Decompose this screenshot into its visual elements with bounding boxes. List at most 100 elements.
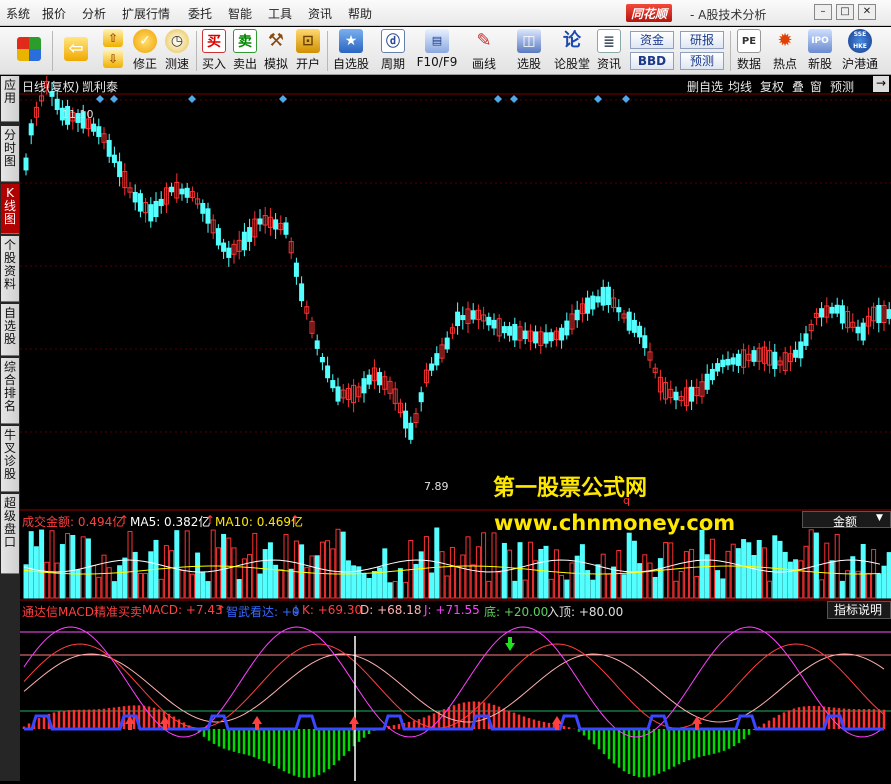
fix-button[interactable]: ✓ 修正	[130, 29, 160, 73]
menu-info[interactable]: 资讯	[308, 5, 332, 22]
menu-extended[interactable]: 扩展行情	[122, 5, 170, 22]
menu-system[interactable]: 系统	[6, 5, 30, 22]
candle-body	[106, 140, 112, 157]
volume-bar	[496, 571, 502, 599]
volume-bar	[54, 562, 60, 599]
sidebar-item-diagnosis[interactable]: 牛叉诊股	[1, 426, 19, 492]
volume-bar	[735, 548, 741, 599]
sidebar-item-apps[interactable]: 应用	[1, 76, 19, 122]
buy-button[interactable]: 买 买入	[200, 29, 228, 73]
volume-bar	[725, 550, 731, 599]
speed-test-button[interactable]: ◷ 测速	[162, 29, 192, 73]
volume-bar	[860, 543, 866, 599]
volume-bar	[657, 558, 663, 599]
forum-button[interactable]: 论 论股堂	[554, 29, 590, 73]
sidebar-item-profile[interactable]: 个股资料	[1, 236, 19, 302]
sidebar-item-intraday[interactable]: 分时图	[1, 126, 19, 182]
candle-body	[111, 154, 117, 163]
volume-bar	[559, 574, 565, 599]
left-sidebar: 应用 分时图 K线图 个股资料 自选股 综合排名 牛叉诊股 超级盘口	[0, 76, 20, 781]
expand-arrow-button[interactable]: →	[873, 76, 889, 92]
candle-body	[689, 386, 695, 402]
volume-bar	[70, 534, 76, 599]
menu-quote[interactable]: 报价	[42, 5, 66, 22]
volume-bar	[184, 530, 190, 599]
simulate-button[interactable]: ⚒ 模拟	[262, 29, 290, 73]
volume-bar	[169, 550, 175, 599]
candle-body	[299, 283, 305, 302]
watchlist-button[interactable]: ★ 自选股	[331, 29, 371, 73]
candle-body	[455, 311, 461, 327]
open-account-button[interactable]: ⊡ 开户	[293, 29, 323, 73]
bbd-button[interactable]: BBD	[630, 52, 674, 70]
candle-body	[876, 304, 882, 324]
volume-bar	[179, 569, 185, 599]
page-up-down-button[interactable]: ⇧ ⇩	[100, 29, 126, 73]
candle-body	[377, 372, 383, 386]
news-button[interactable]: ≣ 资讯	[594, 29, 624, 73]
chart-period-title: 日线(复权)	[22, 80, 80, 94]
candle-body	[470, 310, 476, 320]
sell-arrow-icon	[505, 637, 515, 651]
volume-bar	[106, 567, 112, 599]
candle-body	[325, 365, 331, 379]
candle-body	[522, 330, 528, 340]
period-button[interactable]: ⓓ 周期	[375, 29, 411, 73]
sell-button[interactable]: 卖 卖出	[231, 29, 259, 73]
overlay-button[interactable]: 叠	[792, 78, 804, 95]
close-button[interactable]: ✕	[858, 4, 876, 20]
volume-bar	[611, 566, 617, 599]
star-icon: ★	[339, 29, 363, 53]
sidebar-item-ranking[interactable]: 综合排名	[1, 358, 19, 424]
candle-body	[793, 349, 799, 358]
maximize-button[interactable]: □	[836, 4, 854, 20]
candle-body	[486, 316, 492, 326]
new-stock-button[interactable]: IPO 新股	[805, 29, 835, 73]
remove-watchlist-button[interactable]: 删自选	[687, 78, 723, 95]
capital-button[interactable]: 资金	[630, 31, 674, 49]
adjust-button[interactable]: 复权	[760, 78, 784, 95]
data-button[interactable]: PE 数据	[734, 29, 764, 73]
minimize-button[interactable]: –	[814, 4, 832, 20]
candle-body	[585, 297, 591, 314]
stock-screen-button[interactable]: ◫ 选股	[510, 29, 548, 73]
indicator-explain-button[interactable]: 指标说明	[827, 601, 891, 619]
volume-bar	[845, 570, 851, 599]
high-price-label: 11.10	[62, 108, 94, 121]
event-diamond-icon	[188, 95, 196, 103]
f10-button[interactable]: ▤ F10/F9	[416, 29, 458, 73]
volume-bar	[117, 565, 123, 599]
sidebar-item-kline[interactable]: K线图	[1, 184, 19, 234]
candle-body	[819, 308, 825, 318]
ma-button[interactable]: 均线	[728, 78, 752, 95]
menu-trade[interactable]: 委托	[188, 5, 212, 22]
volume-bar	[96, 576, 102, 599]
forecast-chart-button[interactable]: 预测	[830, 78, 854, 95]
amount-dropdown[interactable]: 金额 ▼	[802, 511, 891, 529]
window-button[interactable]: 窗	[810, 78, 822, 95]
indicator-form-arrow: ↓	[291, 603, 302, 617]
volume-bar	[340, 531, 346, 599]
research-report-button[interactable]: 研报	[680, 31, 724, 49]
ipo-icon: IPO	[808, 29, 832, 53]
volume-bar	[148, 551, 154, 599]
chart-area[interactable]: 日线(复权) 凯利泰 删自选 均线 复权 叠 窗 预测 → 11.10 7.89…	[20, 74, 891, 781]
stock-name: 凯利泰	[82, 80, 119, 94]
indicator-name[interactable]: 通达信MACD精准买卖	[22, 603, 142, 620]
volume-bar	[465, 536, 471, 599]
forecast-button[interactable]: 预测	[680, 52, 724, 70]
windows-logo-button[interactable]	[10, 29, 48, 73]
hot-button[interactable]: ✹ 热点	[770, 29, 800, 73]
candlestick-series	[23, 74, 891, 444]
menu-smart[interactable]: 智能	[228, 5, 252, 22]
menu-tools[interactable]: 工具	[268, 5, 292, 22]
sidebar-item-order-book[interactable]: 超级盘口	[1, 494, 19, 574]
hk-connect-button[interactable]: SSE HKE 沪港通	[840, 29, 880, 73]
menu-analysis[interactable]: 分析	[82, 5, 106, 22]
sidebar-item-watchlist[interactable]: 自选股	[1, 304, 19, 356]
back-button[interactable]: ⇦	[58, 29, 94, 73]
draw-line-button[interactable]: ✎ 画线	[466, 29, 502, 73]
volume-bar	[132, 551, 138, 599]
menu-help[interactable]: 帮助	[348, 5, 372, 22]
volume-bar	[782, 551, 788, 599]
